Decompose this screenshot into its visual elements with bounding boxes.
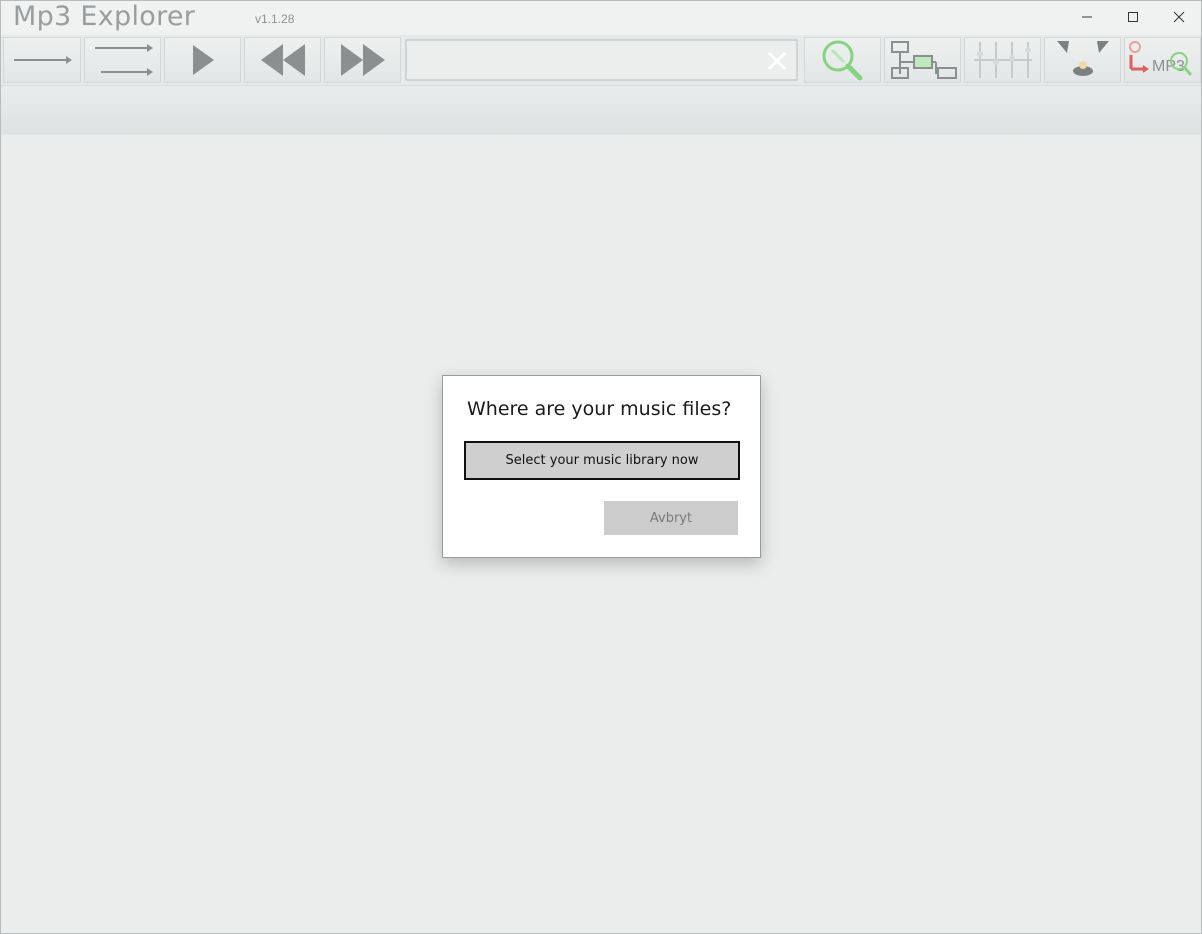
maximize-icon xyxy=(1128,12,1138,22)
mp3-logo-text: MP3 xyxy=(1152,58,1185,75)
app-title: Mp3 Explorer xyxy=(13,1,196,32)
app-window: Mp3 Explorer v1.1.28 MP3 Where are your … xyxy=(0,0,1202,934)
select-music-library-button[interactable]: Select your music library now xyxy=(464,441,740,480)
play-all-button[interactable] xyxy=(84,37,161,83)
sub-toolbar xyxy=(1,86,1201,135)
fast-forward-button[interactable] xyxy=(324,37,401,83)
rewind-button[interactable] xyxy=(244,37,321,83)
tree-view-button[interactable] xyxy=(884,37,961,83)
play-next-icon xyxy=(14,56,72,64)
speakers-button[interactable] xyxy=(1044,37,1121,83)
clear-search-icon[interactable] xyxy=(766,50,788,72)
speakers-icon xyxy=(1056,41,1109,76)
play-next-button[interactable] xyxy=(3,37,81,83)
music-library-dialog: Where are your music files? Select your … xyxy=(442,375,761,558)
toolbar: MP3 xyxy=(1,35,1201,86)
rewind-icon xyxy=(260,44,305,76)
search-button[interactable] xyxy=(804,37,881,83)
fast-forward-icon xyxy=(340,44,385,76)
title-bar: Mp3 Explorer v1.1.28 xyxy=(1,1,1201,35)
play-icon xyxy=(192,45,214,75)
close-button[interactable] xyxy=(1156,1,1201,33)
close-icon xyxy=(1173,11,1185,23)
play-button[interactable] xyxy=(164,37,241,83)
search-input[interactable] xyxy=(413,47,757,75)
mp3-logo-icon: MP3 xyxy=(1129,41,1193,76)
mp3-button[interactable]: MP3 xyxy=(1124,37,1201,83)
dialog-title: Where are your music files? xyxy=(467,398,732,420)
search-magnifier-icon xyxy=(822,40,862,81)
minimize-icon xyxy=(1082,16,1092,18)
cancel-button[interactable]: Avbryt xyxy=(604,501,738,535)
tree-view-icon xyxy=(890,41,957,79)
equalizer-button[interactable] xyxy=(964,37,1041,83)
equalizer-icon xyxy=(973,42,1032,78)
search-box xyxy=(405,39,798,81)
maximize-button[interactable] xyxy=(1110,1,1156,33)
play-all-icon xyxy=(94,44,153,76)
minimize-button[interactable] xyxy=(1064,1,1110,33)
app-version: v1.1.28 xyxy=(255,12,295,26)
